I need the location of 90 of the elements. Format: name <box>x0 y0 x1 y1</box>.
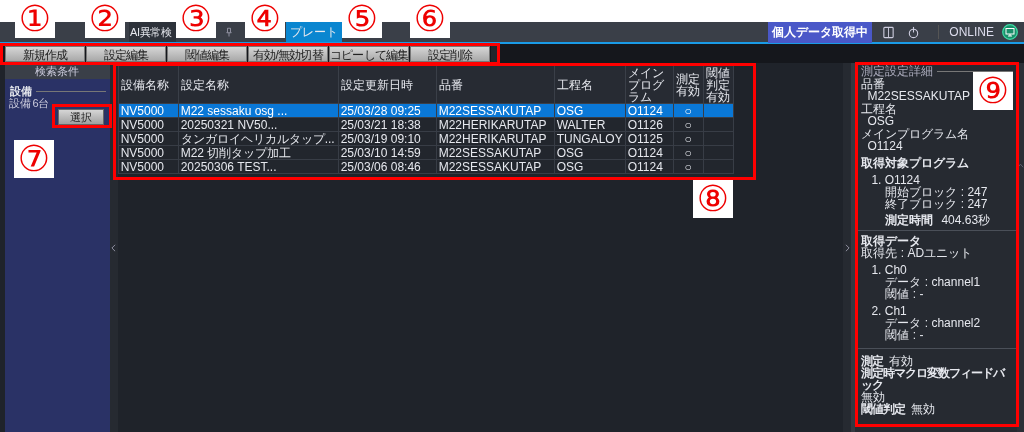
table-cell: ○ <box>684 117 692 132</box>
table-cell: ○ <box>684 159 692 174</box>
table-cell: NV5000 <box>120 131 165 146</box>
book-icon[interactable] <box>882 25 896 39</box>
table-cell: 20250321 NV50... <box>180 117 278 132</box>
field-value: O1124 <box>866 140 903 152</box>
toolbar-end-block <box>491 45 499 62</box>
table-cell: 25/03/28 09:25 <box>340 103 421 118</box>
table-row[interactable]: NV5000 20250321 NV50... 25/03/21 18:38 M22HERIKARUTAP WALTER O1126 ○ <box>118 117 734 132</box>
chevron-left-icon[interactable] <box>111 243 117 252</box>
panel-title: 測定設定詳細 <box>861 65 934 77</box>
tab[interactable]: AI異常検 <box>129 22 176 42</box>
table-cell: M22SESSAKUTAP <box>438 103 542 118</box>
column-header[interactable]: 品番 <box>436 65 555 104</box>
item-detail: 終了ブロック : 247 <box>884 198 988 210</box>
pin-icon[interactable] <box>226 27 232 37</box>
connection-status: ONLINE <box>938 25 994 39</box>
table-cell: NV5000 <box>120 103 165 118</box>
table-row[interactable]: NV5000 M22 切削タップ加工 25/03/10 14:59 M22SESSAKUTAP OSG O1124 ○ <box>118 145 734 160</box>
column-header[interactable]: メインプログラム <box>625 65 674 104</box>
table-cell: 25/03/19 09:10 <box>340 131 421 146</box>
table-cell: NV5000 <box>120 159 165 174</box>
table-cell: NV5000 <box>120 117 165 132</box>
setting-value: 無効 <box>861 391 886 403</box>
table-cell: M22HERIKARUTAP <box>438 117 547 132</box>
column-header[interactable]: 設備名称 <box>118 65 179 104</box>
table-cell: M22HERIKARUTAP <box>438 131 547 146</box>
table-row[interactable]: NV5000 M22 sessaku osg ... 25/03/28 09:25 M22SESSAKUTAP OSG O1124 ○ <box>118 103 734 118</box>
item-detail: 閾値 : - <box>884 288 925 300</box>
table-cell: 20250306 TEST... <box>180 159 277 174</box>
section-heading: 取得データ <box>861 235 922 247</box>
setting-label: 閾値判定 <box>861 403 906 415</box>
annotation-marker: ⑨ <box>973 72 1013 110</box>
table-row[interactable]: NV5000 タンガロイヘリカルタップ... 25/03/19 09:10 M22HERIKARUTAP TUNGALOY O1125 ○ <box>118 131 734 146</box>
annotation-marker: ⑦ <box>14 140 54 178</box>
setting-label: 測定 <box>861 355 884 367</box>
power-icon[interactable] <box>907 25 921 39</box>
annotation-marker: ⑧ <box>693 180 733 218</box>
table-cell: タンガロイヘリカルタップ... <box>180 131 335 146</box>
field-label: 工程名 <box>861 103 898 115</box>
column-header[interactable]: 設定更新日時 <box>338 65 437 104</box>
field-label: 品番 <box>861 78 886 90</box>
table-cell: TUNGALOY <box>556 131 623 146</box>
table-cell: O1124 <box>627 145 663 160</box>
table-cell: M22SESSAKUTAP <box>438 145 542 160</box>
list-item: 1. O1124 <box>871 174 920 186</box>
scroll-up-icon[interactable] <box>1017 163 1024 168</box>
field-value: M22SESSAKUTAP <box>867 90 970 102</box>
table-cell: ○ <box>684 131 692 146</box>
table-cell: OSG <box>556 145 584 160</box>
item-detail: 開始ブロック : 247 <box>884 186 988 198</box>
data-source: 取得先 : ADユニット <box>861 247 973 259</box>
section-title: 設備 <box>10 85 32 97</box>
item-detail: データ : channel2 <box>884 317 981 329</box>
table-cell: O1126 <box>627 117 663 132</box>
setting-value: 有効 <box>889 355 914 367</box>
table-cell: WALTER <box>556 117 606 132</box>
table-cell: M22SESSAKUTAP <box>438 159 542 174</box>
column-header[interactable]: 設定名称 <box>178 65 339 104</box>
field-label: 測定時間 <box>885 214 934 226</box>
table-cell: O1124 <box>627 159 663 174</box>
field-value: OSG <box>866 115 895 127</box>
table-cell: O1125 <box>627 131 663 146</box>
device-count: 設備 6台 <box>9 97 49 109</box>
field-value: 404.63秒 <box>941 214 991 226</box>
table-cell: ○ <box>684 145 692 160</box>
section-heading: 取得対象プログラム <box>861 157 970 169</box>
table-cell: NV5000 <box>120 145 165 160</box>
item-detail: データ : channel1 <box>884 276 981 288</box>
select-button[interactable]: 選択 <box>57 109 104 125</box>
table-cell: 25/03/06 08:46 <box>340 159 421 174</box>
table-cell: O1124 <box>627 103 663 118</box>
field-label: メインプログラム名 <box>861 128 970 140</box>
status-badge: 個人データ取得中 <box>768 21 873 43</box>
list-item: 2. Ch1 <box>871 305 908 317</box>
table-cell: 25/03/10 14:59 <box>340 145 421 160</box>
table-cell: M22 sessaku osg ... <box>180 103 288 118</box>
item-detail: 閾値 : - <box>884 329 925 341</box>
table-cell: M22 切削タップ加工 <box>180 145 292 160</box>
table-cell: 25/03/21 18:38 <box>340 117 421 132</box>
setting-value: 無効 <box>911 403 936 415</box>
table-cell: OSG <box>556 103 584 118</box>
monitor-icon <box>1002 24 1018 40</box>
table-cell: ○ <box>684 103 692 118</box>
table-cell: OSG <box>556 159 584 174</box>
chevron-right-icon[interactable] <box>844 243 850 252</box>
setting-label: 測定時マクロ変数フィードバック <box>861 367 1007 391</box>
table-row[interactable]: NV5000 20250306 TEST... 25/03/06 08:46 M22SESSAKUTAP OSG O1124 ○ <box>118 159 734 174</box>
column-header[interactable]: 工程名 <box>554 65 626 104</box>
list-item: 1. Ch0 <box>871 264 908 276</box>
